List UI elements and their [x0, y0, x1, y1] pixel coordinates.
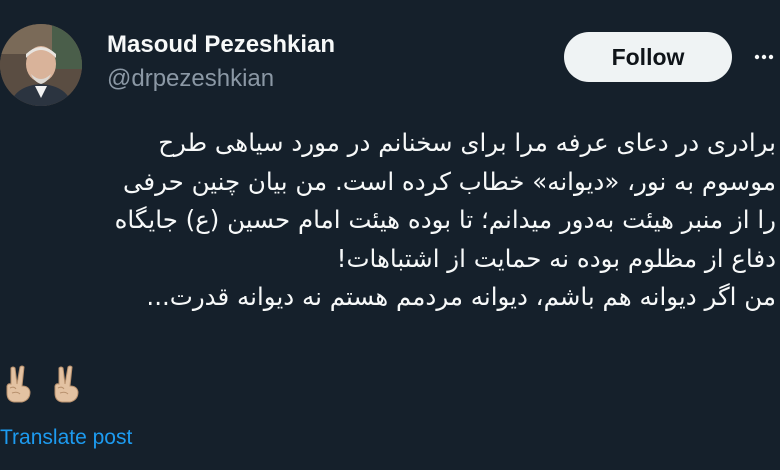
translate-post-link[interactable]: Translate post	[0, 424, 132, 452]
post-text-line: موسوم به نور، «دیوانه» خطاب کرده است. من…	[122, 166, 776, 196]
author-handle[interactable]: @drpezeshkian	[107, 64, 274, 94]
avatar[interactable]	[0, 24, 82, 106]
post-text-line: من اگر دیوانه هم باشم، دیوانه مردمم هستم…	[146, 282, 776, 311]
follow-button[interactable]: Follow	[564, 32, 732, 82]
post-text-line: را از منبر هیئت به‌دور میدانم؛ تا بوده ه…	[114, 205, 776, 234]
post-text: برادری در دعای عرفه مرا برای سخنانم در م…	[6, 124, 776, 317]
avatar-image	[0, 24, 82, 106]
post-text-line: برادری در دعای عرفه مرا برای سخنانم در م…	[158, 128, 776, 157]
post-text-line: دفاع از مظلوم بوده نه حمایت از اشتباهات!	[336, 243, 776, 273]
more-horizontal-icon[interactable]	[753, 46, 775, 68]
victory-hand-icon	[6, 365, 31, 403]
post-card: Masoud Pezeshkian @drpezeshkian Follow ب…	[0, 0, 780, 470]
victory-hand-icon	[54, 365, 79, 403]
emoji-row	[2, 364, 84, 404]
author-display-name[interactable]: Masoud Pezeshkian	[107, 30, 335, 60]
